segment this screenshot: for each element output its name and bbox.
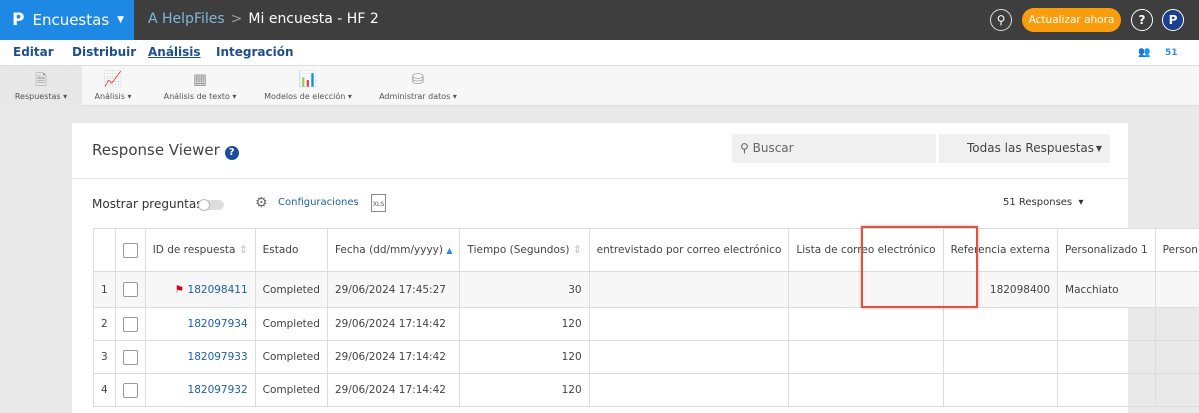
response-id-link[interactable]: 182098411 — [188, 284, 248, 296]
app-switcher[interactable]: PEncuestas▼ — [0, 0, 134, 40]
tool-analisis-texto[interactable]: ▦Análisis de texto ▾ — [155, 66, 245, 106]
row-checkbox[interactable] — [123, 383, 138, 398]
table-header: ID de respuesta ⇕ Estado Fecha (dd/mm/yy… — [94, 229, 1199, 272]
tab-analisis[interactable]: Análisis — [148, 45, 201, 59]
page-title: Response Viewer ? — [92, 141, 239, 160]
row-checkbox[interactable] — [123, 350, 138, 365]
upgrade-button[interactable]: Actualizar ahora — [1022, 8, 1121, 32]
tool-administrar[interactable]: ⛁Administrar datos ▾ — [373, 66, 463, 106]
search-icon[interactable]: ⚲ — [990, 9, 1012, 31]
responses-icon: 🗎 — [0, 70, 82, 92]
chart-icon: 📈 — [82, 70, 144, 92]
col-personalizado-2[interactable]: Person — [1155, 229, 1199, 272]
row-checkbox[interactable] — [123, 317, 138, 332]
filter-select[interactable]: Todas las Respuestas▼ — [939, 134, 1110, 163]
users-icon: 👥 — [1138, 47, 1150, 58]
search-input[interactable]: ⚲ Buscar — [732, 134, 936, 163]
tool-modelos[interactable]: 📊Modelos de elección ▾ — [258, 66, 358, 106]
table-row[interactable]: 1 ⚑ 182098411 Completed29/06/2024 17:45:… — [94, 272, 1199, 308]
tab-integracion[interactable]: Integración — [216, 45, 294, 59]
tool-respuestas[interactable]: 🗎Respuestas ▾ — [0, 66, 82, 106]
breadcrumb: A HelpFiles>Mi encuesta - HF 2 — [148, 11, 379, 27]
logo-icon: P — [12, 10, 24, 30]
flag-icon: ⚑ — [175, 284, 184, 296]
tool-analisis[interactable]: 📈Análisis ▾ — [82, 66, 144, 106]
database-icon: ⛁ — [373, 70, 463, 92]
response-id-link[interactable]: 182097932 — [188, 384, 248, 396]
top-bar: PEncuestas▼ A HelpFiles>Mi encuesta - HF… — [0, 0, 1199, 40]
main-nav: Editar Distribuir Análisis Integración 👥… — [0, 40, 1199, 66]
response-id-link[interactable]: 182097933 — [188, 351, 248, 363]
caret-down-icon: ▼ — [1096, 144, 1102, 153]
project-link[interactable]: A HelpFiles — [148, 11, 225, 27]
select-all-checkbox[interactable] — [123, 243, 138, 258]
caret-down-icon: ▼ — [117, 15, 124, 25]
show-questions-toggle[interactable] — [198, 200, 224, 210]
help-icon[interactable]: ? — [1131, 9, 1153, 31]
survey-name: Mi encuesta - HF 2 — [248, 11, 378, 27]
highlight-box — [861, 226, 978, 308]
response-count: 51 — [1165, 48, 1178, 58]
search-icon: ⚲ — [740, 141, 753, 155]
model-icon: 📊 — [258, 70, 358, 92]
row-checkbox[interactable] — [123, 282, 138, 297]
col-estado[interactable]: Estado — [255, 229, 327, 272]
settings-link[interactable]: Configuraciones — [278, 197, 359, 208]
toolbar: 🗎Respuestas ▾ 📈Análisis ▾ ▦Análisis de t… — [0, 66, 1199, 106]
help-icon[interactable]: ? — [225, 146, 239, 160]
col-personalizado-1[interactable]: Personalizado 1 — [1058, 229, 1156, 272]
table-row[interactable]: 4 182097932 Completed29/06/2024 17:14:42… — [94, 374, 1199, 407]
text-icon: ▦ — [155, 70, 245, 92]
show-questions-label: Mostrar preguntas — [92, 197, 203, 211]
xls-export-icon[interactable]: XLS — [371, 194, 386, 212]
col-entrevistado[interactable]: entrevistado por correo electrónico — [589, 229, 789, 272]
col-fecha[interactable]: Fecha (dd/mm/yyyy) ▲ — [327, 229, 460, 272]
user-avatar[interactable]: P — [1162, 9, 1184, 31]
col-id[interactable]: ID de respuesta ⇕ — [145, 229, 255, 272]
gear-icon[interactable]: ⚙ — [255, 195, 268, 211]
tab-editar[interactable]: Editar — [13, 45, 54, 59]
responses-count-select[interactable]: 51 Responses ▾ — [1003, 197, 1084, 208]
table-row[interactable]: 3 182097933 Completed29/06/2024 17:14:42… — [94, 341, 1199, 374]
tab-distribuir[interactable]: Distribuir — [72, 45, 136, 59]
col-tiempo[interactable]: Tiempo (Segundos) ⇕ — [460, 229, 589, 272]
responses-table: ID de respuesta ⇕ Estado Fecha (dd/mm/yy… — [93, 228, 1199, 407]
response-id-link[interactable]: 182097934 — [188, 318, 248, 330]
table-row[interactable]: 2 182097934 Completed29/06/2024 17:14:42… — [94, 308, 1199, 341]
